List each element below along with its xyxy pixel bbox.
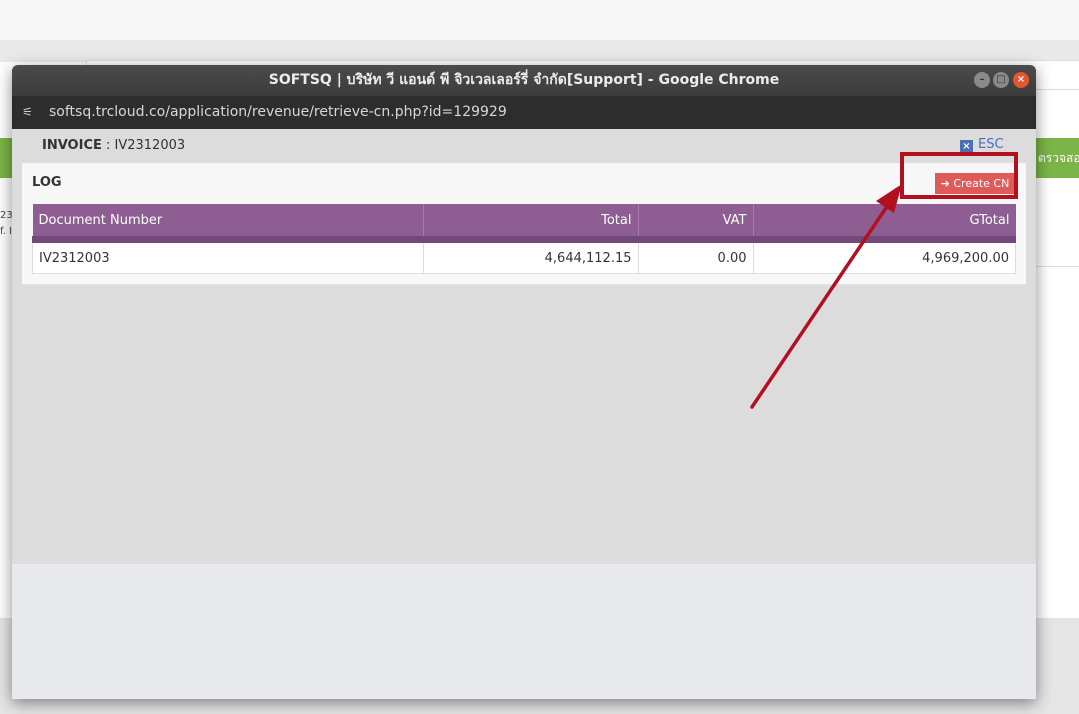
invoice-separator: :: [101, 138, 115, 153]
cell-vat: 0.00: [637, 239, 754, 274]
esc-button[interactable]: × ESC: [960, 137, 1004, 153]
site-settings-icon[interactable]: ⚟: [22, 96, 38, 129]
column-header-gtotal[interactable]: GTotal: [753, 204, 1016, 243]
address-bar: ⚟ softsq.trcloud.co/application/revenue/…: [12, 96, 1036, 129]
background-toolbar: [0, 40, 1079, 62]
column-header-vat[interactable]: VAT: [638, 204, 754, 243]
minimize-icon[interactable]: –: [974, 72, 990, 88]
annotation-highlight-box: [900, 152, 1018, 199]
background-divider: [1036, 266, 1079, 267]
window-titlebar[interactable]: SOFTSQ | บริษัท วี แอนด์ พี จิวเวลเลอร์ร…: [12, 65, 1036, 96]
column-header-total[interactable]: Total: [423, 204, 639, 243]
esc-label: ESC: [978, 137, 1004, 152]
log-panel: LOG ➔ Create CN Document Number Total VA…: [22, 163, 1026, 285]
column-header-document-number[interactable]: Document Number: [32, 204, 424, 243]
log-title: LOG: [32, 175, 62, 190]
cell-document-number: IV2312003: [32, 239, 424, 274]
popup-content: INVOICE : IV2312003 × ESC LOG ➔ Create CN…: [12, 129, 1036, 564]
cell-gtotal: 4,969,200.00: [752, 239, 1016, 274]
invoice-number: IV2312003: [114, 138, 186, 153]
log-table: Document Number Total VAT GTotal IV23120…: [32, 204, 1016, 274]
background-side-text: f. I: [0, 226, 13, 237]
background-green-bar: [0, 138, 12, 178]
close-icon[interactable]: ×: [1013, 72, 1029, 88]
maximize-icon[interactable]: □: [993, 72, 1009, 88]
popup-empty-area: [12, 564, 1036, 699]
table-header-row: Document Number Total VAT GTotal: [32, 204, 1016, 243]
background-side-text: 23: [0, 210, 13, 221]
background-green-button[interactable]: ตรวจสอบ: [1036, 138, 1079, 178]
table-row[interactable]: IV2312003 4,644,112.15 0.00 4,969,200.00: [32, 239, 1016, 274]
invoice-label: INVOICE: [42, 138, 102, 153]
url-text[interactable]: softsq.trcloud.co/application/revenue/re…: [49, 96, 507, 129]
invoice-heading: INVOICE : IV2312003: [42, 138, 185, 153]
cell-total: 4,644,112.15: [422, 239, 639, 274]
background-page-header: [0, 0, 1079, 40]
window-title: SOFTSQ | บริษัท วี แอนด์ พี จิวเวลเลอร์ร…: [268, 72, 780, 88]
chrome-popup-window: SOFTSQ | บริษัท วี แอนด์ พี จิวเวลเลอร์ร…: [12, 65, 1036, 699]
